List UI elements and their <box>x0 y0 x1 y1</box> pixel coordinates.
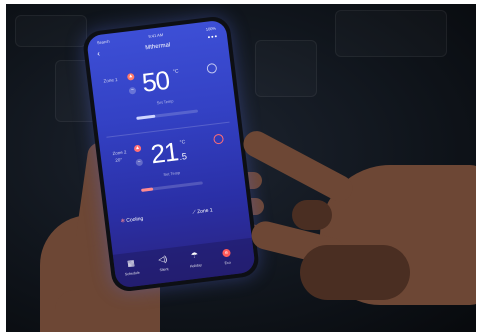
bottom-tab-bar: ▦ Schedule ◁) Silent ☂ Holiday e Eco <box>112 237 256 289</box>
clock-text: 9:41 AM <box>148 32 164 39</box>
zone2-sub: 20° <box>115 157 123 163</box>
zone2-slider[interactable] <box>141 181 203 192</box>
zone1-slider-fill <box>136 114 156 120</box>
zone2-unit: °C <box>179 139 186 146</box>
zone2-set-temp-label: Set Temp <box>163 170 181 178</box>
divider <box>106 121 230 138</box>
eco-icon: e <box>211 245 242 259</box>
right-knuckle <box>292 200 332 230</box>
tab-holiday[interactable]: ☂ Holiday <box>179 249 211 270</box>
flame-icon: ▲ <box>126 72 135 81</box>
background-panel <box>255 40 317 97</box>
right-curled-fingers <box>300 245 410 300</box>
tab-silent[interactable]: ◁) Silent <box>147 253 179 274</box>
chart-icon: ⟋ <box>191 209 197 216</box>
app-screen: Search 9:41 AM 100% ‹ Mthermal ••• Zone … <box>86 19 256 289</box>
calendar-icon: ▦ <box>126 258 136 269</box>
photo-scene: Search 9:41 AM 100% ‹ Mthermal ••• Zone … <box>0 0 482 336</box>
zone2-label: Zone 2 <box>112 149 127 157</box>
cooling-label: Cooling <box>126 215 144 224</box>
background-panel <box>15 15 87 47</box>
zone-selector[interactable]: ⟋ Zone 1 <box>192 207 213 215</box>
speaker-icon: ◁) <box>157 254 168 265</box>
zone-selector-label: Zone 1 <box>196 207 214 216</box>
frame-edge <box>476 0 482 336</box>
carrier-text: Search <box>96 38 110 46</box>
flame-icon: ▲ <box>133 144 142 153</box>
zone1-set-temp-label: Set Temp <box>156 98 174 106</box>
right-index-finger <box>238 126 358 206</box>
zone2-power-icon[interactable] <box>212 133 225 145</box>
tab-label: Eco <box>224 260 232 266</box>
background-panel <box>335 10 447 57</box>
frame-edge <box>0 332 482 336</box>
zone1-label: Zone 1 <box>103 76 118 84</box>
zone1-power-icon[interactable] <box>206 62 218 74</box>
zone1-unit: °C <box>172 68 179 76</box>
zone1-slider[interactable] <box>136 109 199 120</box>
frame-edge <box>0 0 6 336</box>
zone2-decimal: .5 <box>178 151 188 162</box>
left-wrist <box>55 290 150 336</box>
more-options-icon[interactable]: ••• <box>207 33 218 41</box>
tab-label: Schedule <box>124 270 140 277</box>
cooling-mode[interactable]: ✻ Cooling <box>121 216 144 225</box>
minus-icon[interactable]: − <box>135 158 144 167</box>
tab-schedule[interactable]: ▦ Schedule <box>116 257 148 278</box>
zone2-slider-fill <box>141 187 154 192</box>
minus-icon[interactable]: − <box>128 86 137 95</box>
snowflake-icon: ✻ <box>120 218 126 225</box>
tab-label: Silent <box>159 267 169 273</box>
zone2-temperature: 21 <box>149 136 180 170</box>
frame-edge <box>0 0 482 4</box>
tab-eco[interactable]: e Eco <box>211 245 243 267</box>
zone1-temperature: 50 <box>140 64 171 98</box>
battery-text: 100% <box>205 25 217 32</box>
tab-label: Holiday <box>189 263 203 269</box>
umbrella-icon: ☂ <box>190 250 199 261</box>
smartphone: Search 9:41 AM 100% ‹ Mthermal ••• Zone … <box>81 14 261 294</box>
